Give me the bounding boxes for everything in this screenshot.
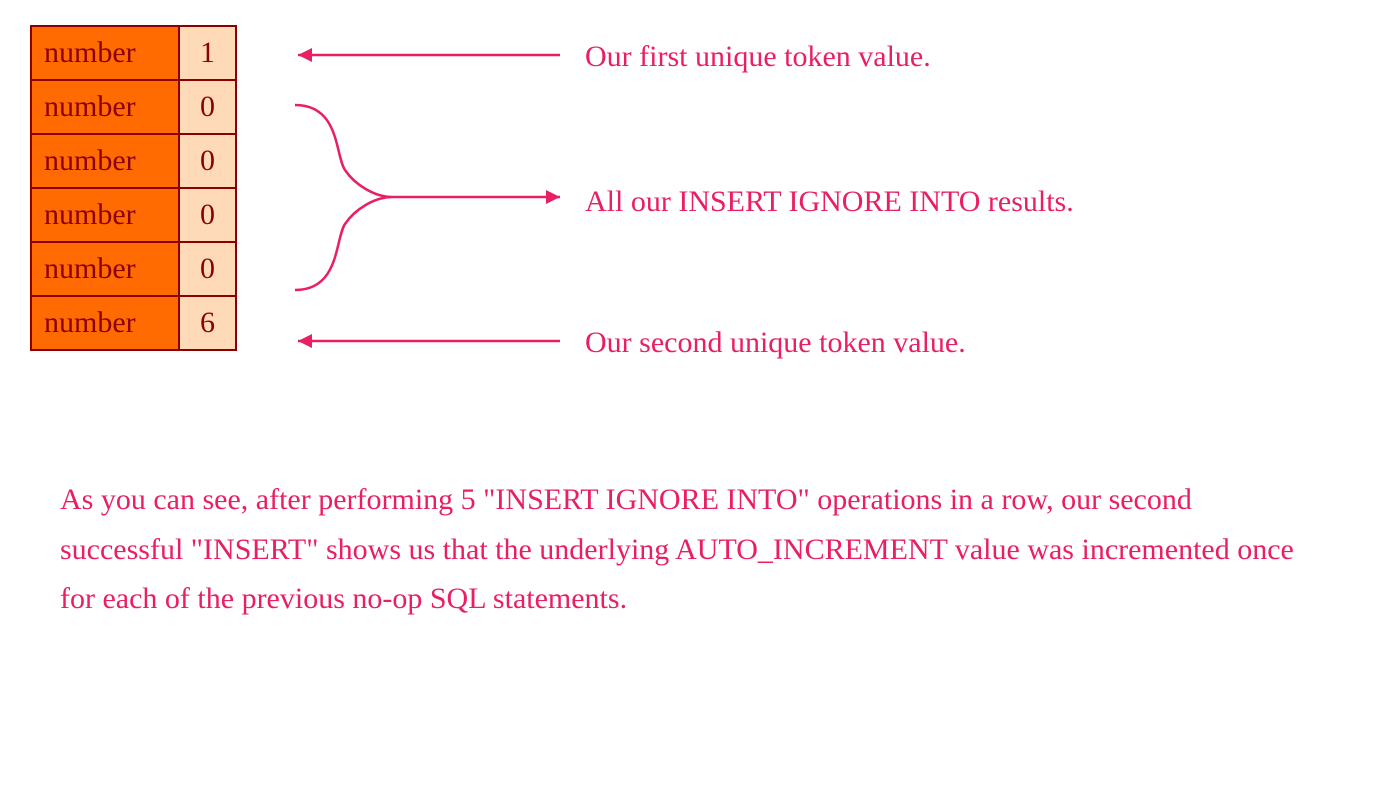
arrow-left-icon xyxy=(298,334,312,348)
brace-curve xyxy=(295,105,392,290)
row-label: number xyxy=(32,81,180,133)
row-label: number xyxy=(32,135,180,187)
row-label: number xyxy=(32,297,180,349)
annotation-first: Our first unique token value. xyxy=(585,37,931,76)
row-value: 0 xyxy=(180,81,235,133)
annotation-last: Our second unique token value. xyxy=(585,323,966,362)
row-value: 0 xyxy=(180,243,235,295)
table-row: number 1 xyxy=(32,27,235,81)
arrow-left-icon xyxy=(298,48,312,62)
table-row: number 0 xyxy=(32,189,235,243)
arrow-right-icon xyxy=(546,190,560,204)
table-row: number 0 xyxy=(32,243,235,297)
row-value: 6 xyxy=(180,297,235,349)
table-row: number 0 xyxy=(32,81,235,135)
table-row: number 6 xyxy=(32,297,235,349)
explanation-paragraph: As you can see, after performing 5 "INSE… xyxy=(60,475,1310,624)
row-value: 0 xyxy=(180,135,235,187)
row-label: number xyxy=(32,243,180,295)
row-value: 0 xyxy=(180,189,235,241)
table-row: number 0 xyxy=(32,135,235,189)
row-value: 1 xyxy=(180,27,235,79)
annotation-middle: All our INSERT IGNORE INTO results. xyxy=(585,182,1074,221)
result-table: number 1 number 0 number 0 number 0 numb… xyxy=(30,25,237,351)
row-label: number xyxy=(32,27,180,79)
row-label: number xyxy=(32,189,180,241)
